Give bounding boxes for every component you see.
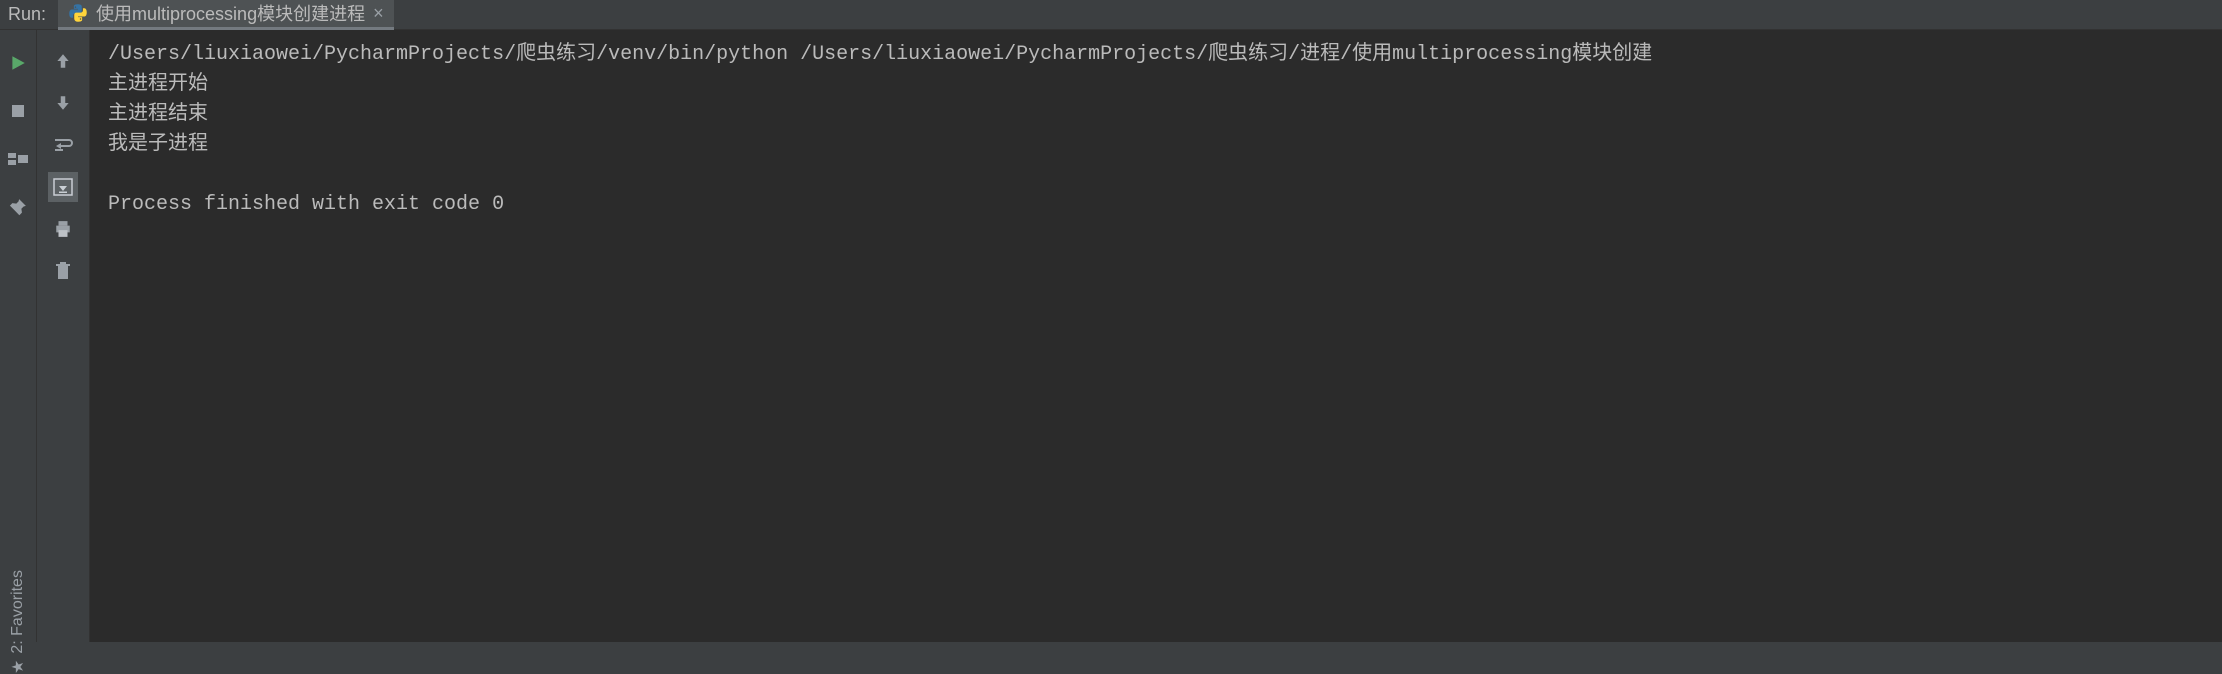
run-tool-window: Run: 使用multiprocessing模块创建进程 × — [0, 0, 2222, 642]
favorites-tool-button[interactable]: ★ 2: Favorites — [8, 570, 28, 674]
clear-button[interactable] — [48, 256, 78, 286]
print-button[interactable] — [48, 214, 78, 244]
layout-button[interactable] — [3, 144, 33, 174]
stop-button[interactable] — [3, 96, 33, 126]
run-config-tab[interactable]: 使用multiprocessing模块创建进程 × — [58, 0, 394, 30]
scroll-down-button[interactable] — [48, 88, 78, 118]
python-file-icon — [68, 3, 88, 23]
scroll-to-end-button[interactable] — [48, 172, 78, 202]
favorites-label: 2: Favorites — [9, 570, 27, 654]
run-panel-header: Run: 使用multiprocessing模块创建进程 × — [0, 0, 2222, 30]
close-icon[interactable]: × — [373, 3, 384, 24]
panel-title: Run: — [0, 4, 58, 25]
pin-button[interactable] — [3, 192, 33, 222]
tab-label: 使用multiprocessing模块创建进程 — [96, 0, 365, 26]
console-gutter — [36, 30, 90, 642]
soft-wrap-button[interactable] — [48, 130, 78, 160]
run-button[interactable] — [3, 48, 33, 78]
left-rail: ★ 2: Favorites — [0, 30, 36, 642]
scroll-up-button[interactable] — [48, 46, 78, 76]
console-output[interactable]: /Users/liuxiaowei/PycharmProjects/爬虫练习/v… — [90, 30, 2222, 642]
star-icon: ★ — [8, 660, 28, 674]
panel-body: ★ 2: Favorites — [0, 30, 2222, 642]
